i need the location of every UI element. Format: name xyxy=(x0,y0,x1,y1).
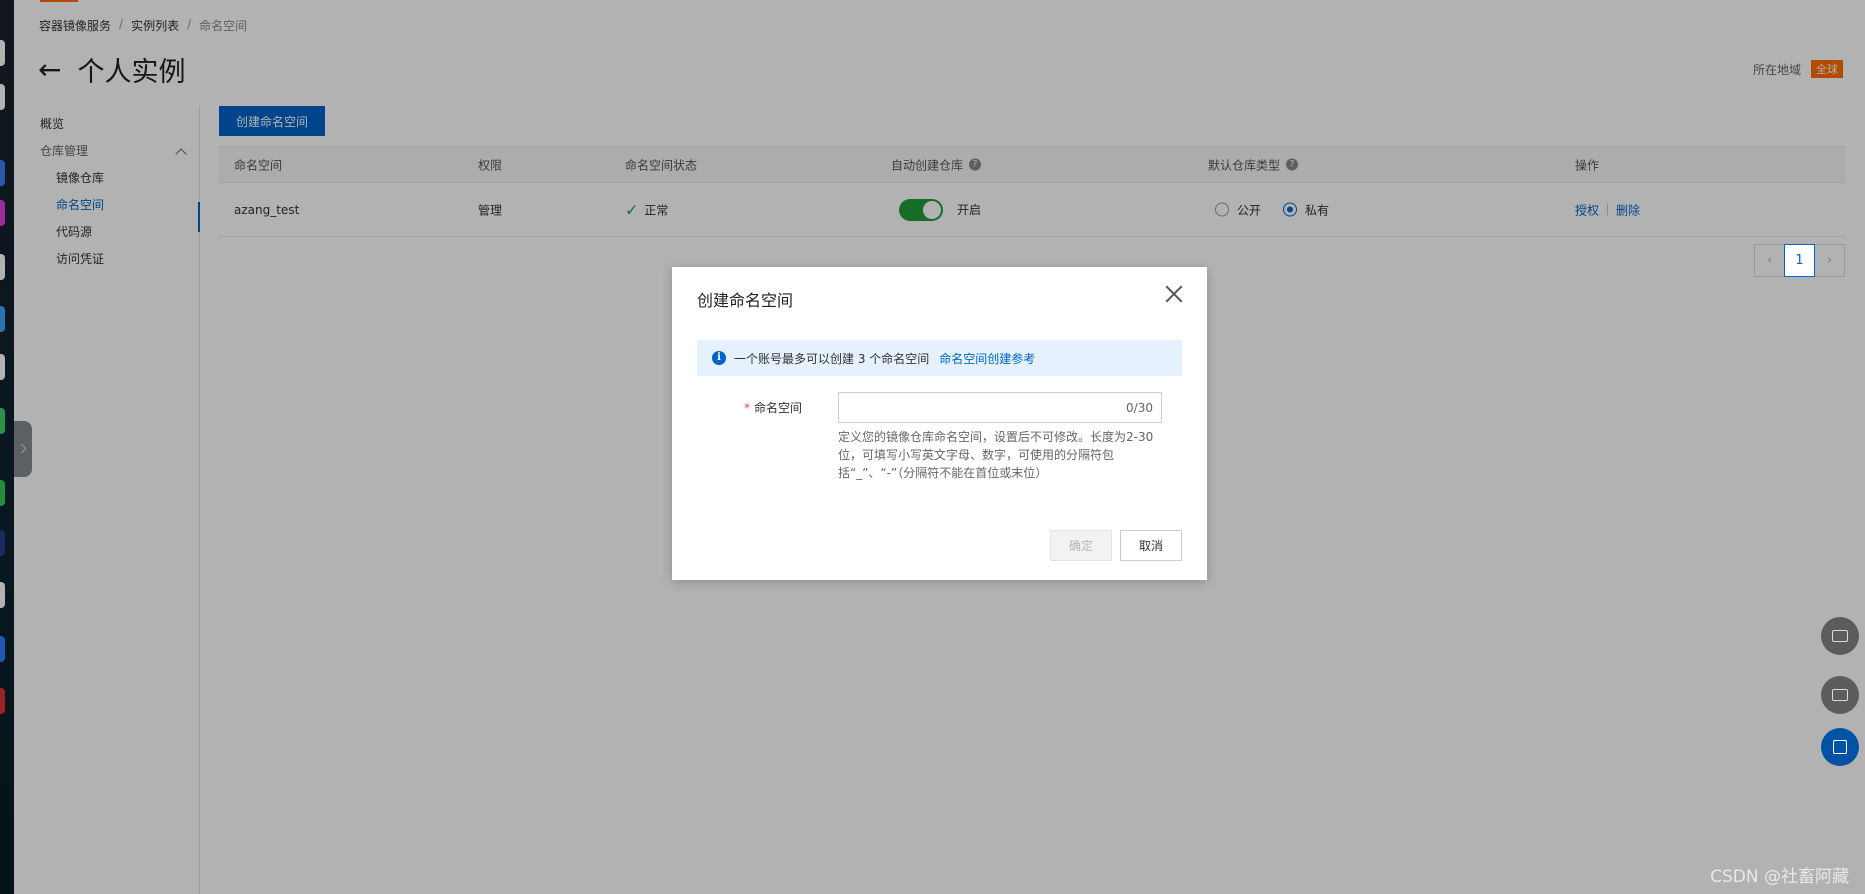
pagination-page[interactable]: 1 xyxy=(1784,244,1815,277)
apps-glyph xyxy=(1833,740,1847,754)
confirm-button[interactable]: 确定 xyxy=(1050,530,1112,561)
watermark: CSDN @社畜阿藏 xyxy=(1710,867,1849,887)
namespace-input-wrapper: 0/30 xyxy=(838,392,1162,423)
sidebar-expand-handle[interactable] xyxy=(14,421,32,477)
notice-text: 一个账号最多可以创建 3 个命名空间 xyxy=(734,351,930,366)
cancel-button[interactable]: 取消 xyxy=(1120,530,1182,561)
feedback-glyph xyxy=(1832,630,1848,642)
chat-icon[interactable] xyxy=(1821,676,1859,714)
dialog-title: 创建命名空间 xyxy=(697,291,794,310)
namespace-field-label: * 命名空间 xyxy=(744,399,802,416)
info-notice: i 一个账号最多可以创建 3 个命名空间 命名空间创建参考 xyxy=(697,340,1182,376)
info-icon: i xyxy=(712,351,726,365)
namespace-field-label-text: 命名空间 xyxy=(754,401,803,415)
field-hint: 定义您的镜像仓库命名空间，设置后不可修改。长度为2-30位，可填写小写英文字母、… xyxy=(838,430,1154,480)
feedback-icon[interactable] xyxy=(1821,617,1859,655)
character-counter: 0/30 xyxy=(1126,401,1153,415)
create-namespace-dialog: 创建命名空间 i 一个账号最多可以创建 3 个命名空间 命名空间创建参考 * 命名… xyxy=(672,267,1207,580)
namespace-input[interactable] xyxy=(839,393,1161,422)
apps-icon[interactable] xyxy=(1821,728,1859,766)
notice-help-link[interactable]: 命名空间创建参考 xyxy=(939,350,1035,367)
required-mark: * xyxy=(744,401,750,415)
close-icon[interactable] xyxy=(1165,285,1183,303)
chat-glyph xyxy=(1832,689,1848,701)
